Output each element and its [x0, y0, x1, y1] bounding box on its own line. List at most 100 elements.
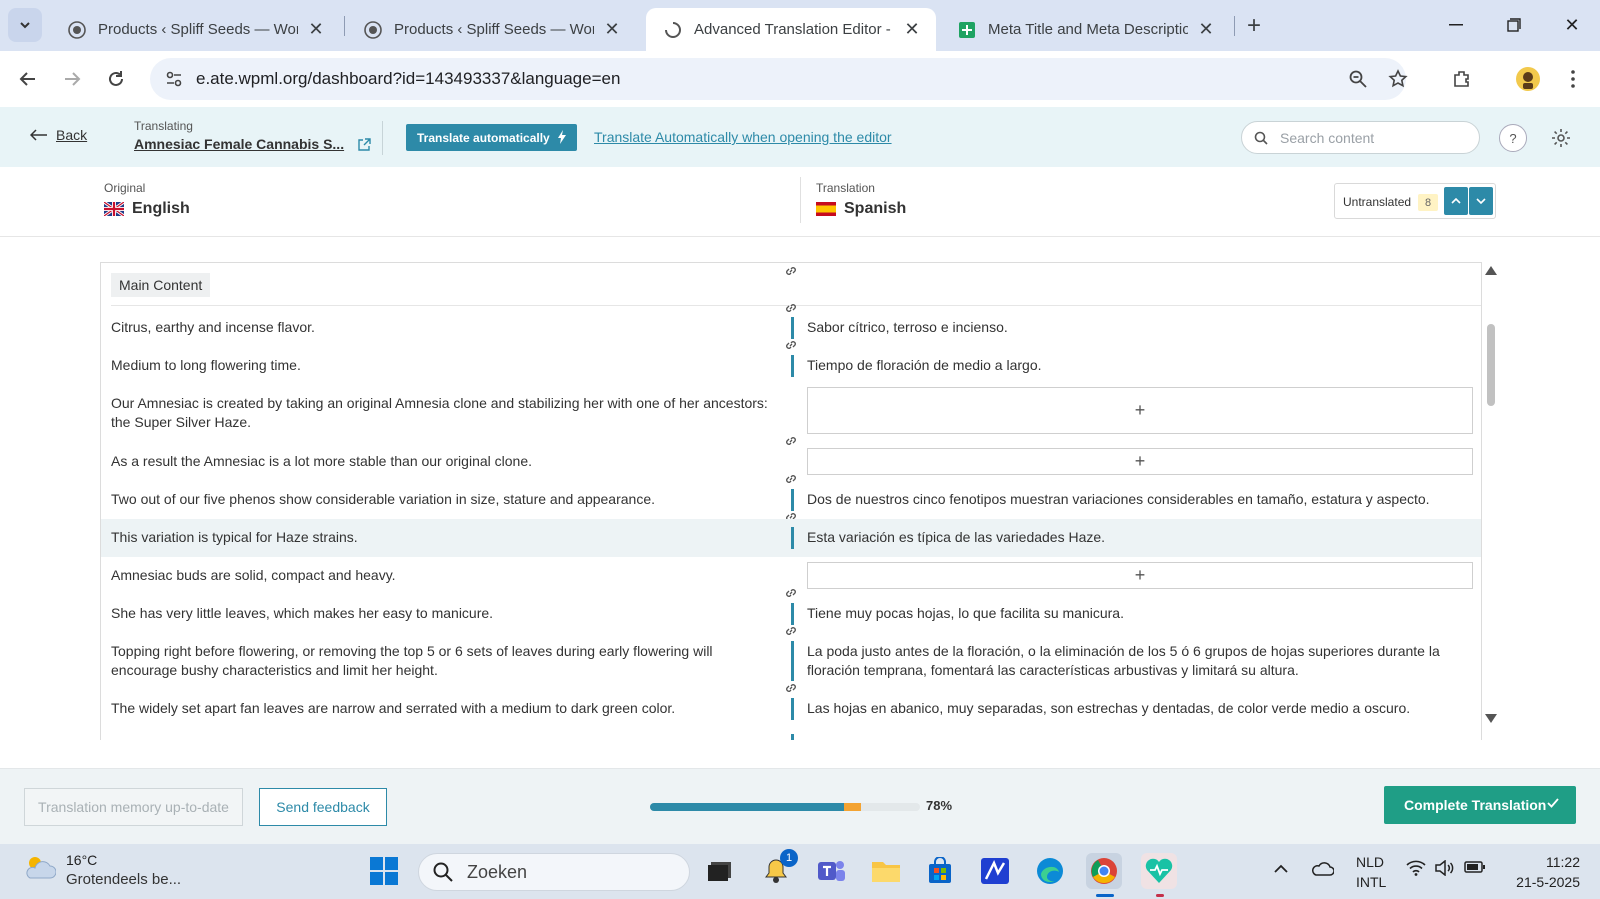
taskbar-search[interactable]: Zoeken	[418, 853, 690, 891]
back-link[interactable]: Back	[30, 127, 87, 143]
back-arrow-icon[interactable]	[12, 63, 44, 95]
minimize-button[interactable]	[1432, 8, 1480, 42]
clock-time: 11:22	[1546, 854, 1580, 870]
health-app-icon[interactable]	[1141, 853, 1177, 889]
translation-text[interactable]: Sabor cítrico, terroso e incienso.	[807, 318, 1447, 337]
send-feedback-button[interactable]: Send feedback	[259, 788, 387, 826]
source-text: Two out of our five phenos show consider…	[111, 491, 655, 507]
external-link-icon[interactable]	[358, 137, 371, 151]
notifications-app-icon[interactable]: 1	[758, 849, 798, 889]
restore-button[interactable]	[1490, 8, 1538, 42]
document-title-link[interactable]: Amnesiac Female Cannabis S...	[134, 136, 371, 152]
segment-row[interactable]: Medium to long flowering time. Tiempo de…	[101, 347, 1481, 385]
translation-memory-button[interactable]: Translation memory up-to-date	[24, 788, 243, 826]
battery-icon[interactable]	[1464, 860, 1486, 877]
translation-text[interactable]: Tiene muy pocas hojas, lo que facilita s…	[807, 604, 1447, 623]
previous-untranslated-button[interactable]	[1444, 187, 1468, 215]
untranslated-label: Untranslated	[1343, 195, 1412, 209]
chevron-up-icon[interactable]	[1274, 860, 1288, 876]
chevron-down-icon	[1476, 198, 1486, 204]
tab-divider	[1234, 16, 1235, 36]
windows-start-icon[interactable]	[366, 853, 402, 889]
task-view-icon[interactable]	[702, 853, 738, 889]
source-text: The widely set apart fan leaves are narr…	[111, 700, 676, 716]
progress-fill	[650, 803, 845, 811]
source-text: Citrus, earthy and incense flavor.	[111, 319, 315, 335]
onedrive-cloud-icon[interactable]	[1310, 860, 1335, 879]
profile-avatar[interactable]	[1512, 63, 1544, 95]
link-icon[interactable]	[783, 263, 799, 279]
browser-tab-4[interactable]: Meta Title and Meta Description ✕	[940, 8, 1230, 51]
close-icon[interactable]: ✕	[1196, 19, 1216, 40]
translation-text[interactable]: Tiempo de floración de medio a largo.	[807, 356, 1447, 375]
checkmark-icon	[1547, 798, 1559, 808]
add-translation-button[interactable]: +	[807, 562, 1473, 589]
translation-text[interactable]: La poda justo antes de la floración, o l…	[807, 642, 1447, 680]
close-icon[interactable]: ✕	[902, 19, 922, 40]
keyboard-language[interactable]: NLD INTL	[1356, 852, 1386, 892]
browser-tab-1[interactable]: Products ‹ Spliff Seeds — WordPress ✕	[50, 8, 340, 51]
keyboard-layout: INTL	[1356, 874, 1387, 890]
translation-text[interactable]: Dos de nuestros cinco fenotipos muestran…	[807, 490, 1447, 509]
add-translation-button[interactable]: +	[807, 387, 1473, 434]
menu-kebab-icon[interactable]	[1557, 63, 1589, 95]
volume-icon[interactable]	[1434, 859, 1454, 879]
wifi-icon[interactable]	[1406, 860, 1426, 879]
header-divider	[382, 121, 383, 155]
scrollbar-thumb[interactable]	[1487, 324, 1495, 406]
extensions-icon[interactable]	[1446, 63, 1478, 95]
translation-marker	[791, 355, 794, 377]
site-settings-icon[interactable]	[162, 67, 186, 91]
next-untranslated-button[interactable]	[1469, 187, 1493, 215]
language-divider	[800, 177, 801, 223]
system-clock[interactable]: 11:22 21-5-2025	[1506, 852, 1580, 892]
back-label: Back	[56, 127, 88, 143]
translation-marker	[791, 317, 794, 339]
chrome-icon[interactable]	[1086, 853, 1122, 889]
translation-text[interactable]: Las hojas en abanico, muy separadas, son…	[807, 699, 1447, 718]
editor-scrollbar[interactable]	[1482, 262, 1500, 740]
chevron-up-icon	[1451, 198, 1461, 204]
close-window-button[interactable]: ✕	[1548, 8, 1596, 42]
notification-badge: 1	[780, 849, 798, 867]
browser-tab-2[interactable]: Products ‹ Spliff Seeds — WordPress ✕	[346, 8, 636, 51]
segment-row[interactable]: The widely set apart fan leaves are narr…	[101, 690, 1481, 740]
tab-search-button[interactable]	[8, 8, 42, 42]
help-icon[interactable]: ?	[1499, 124, 1527, 152]
file-explorer-icon[interactable]	[868, 853, 904, 889]
document-info: Translating Amnesiac Female Cannabis S..…	[134, 119, 371, 152]
bookmark-star-icon[interactable]	[1382, 63, 1414, 95]
complete-translation-button[interactable]: Complete Translation	[1384, 786, 1576, 824]
uk-flag-icon	[104, 202, 124, 216]
address-bar[interactable]: e.ate.wpml.org/dashboard?id=143493337&la…	[150, 58, 1406, 100]
tab-title: Products ‹ Spliff Seeds — WordPress	[394, 21, 594, 38]
translation-marker	[791, 641, 794, 681]
translation-text[interactable]: Esta variación es típica de las variedad…	[807, 528, 1447, 547]
forward-arrow-icon[interactable]	[56, 63, 88, 95]
new-tab-button[interactable]: +	[1240, 12, 1268, 40]
browser-tab-3[interactable]: Advanced Translation Editor - WPML ✕	[646, 8, 936, 51]
translation-marker	[791, 734, 794, 740]
translate-automatically-button[interactable]: Translate automatically	[406, 124, 577, 151]
translate-on-open-link[interactable]: Translate Automatically when opening the…	[594, 129, 892, 145]
translation-language-name: Spanish	[844, 200, 907, 217]
search-content-box[interactable]	[1241, 121, 1480, 154]
teams-icon[interactable]	[813, 853, 849, 889]
segment-row-selected[interactable]: This variation is typical for Haze strai…	[101, 519, 1481, 557]
close-icon[interactable]: ✕	[306, 19, 326, 40]
scroll-up-arrow-icon[interactable]	[1485, 266, 1497, 275]
add-translation-button[interactable]: +	[807, 448, 1473, 475]
store-icon[interactable]	[922, 853, 958, 889]
edge-icon[interactable]	[1032, 853, 1068, 889]
translate-automatically-label: Translate automatically	[417, 130, 550, 145]
close-icon[interactable]: ✕	[602, 19, 622, 40]
settings-gear-icon[interactable]	[1547, 124, 1575, 152]
translation-language: Translation Spanish	[816, 181, 906, 218]
zoom-icon[interactable]	[1342, 63, 1374, 95]
search-input[interactable]	[1280, 128, 1470, 148]
untranslated-navigator: Untranslated 8	[1334, 183, 1496, 219]
scroll-down-arrow-icon[interactable]	[1485, 714, 1497, 723]
weather-widget[interactable]: 16°C Grotendeels be...	[22, 852, 181, 888]
math-app-icon[interactable]	[977, 853, 1013, 889]
reload-icon[interactable]	[100, 63, 132, 95]
